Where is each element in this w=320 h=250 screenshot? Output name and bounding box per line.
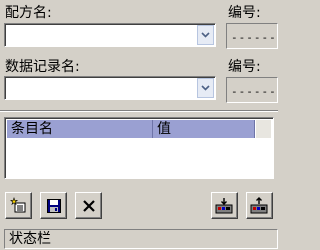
recipe-number-value: ------ <box>231 31 277 44</box>
new-record-icon <box>9 196 25 212</box>
separator <box>0 110 278 112</box>
chevron-down-icon <box>201 32 210 38</box>
column-header-value[interactable]: 值 <box>153 120 255 138</box>
save-button[interactable] <box>40 192 67 219</box>
export-icon <box>250 196 267 213</box>
recipe-dropdown-button[interactable] <box>197 25 214 45</box>
column-header-item-name[interactable]: 条目名 <box>7 120 153 138</box>
status-bar-text: 状态栏 <box>9 231 51 247</box>
record-number-label: 编号: <box>228 59 261 75</box>
record-dropdown-button[interactable] <box>197 78 214 98</box>
new-record-button[interactable] <box>5 192 32 219</box>
entries-list[interactable]: 条目名 值 <box>4 117 274 179</box>
entries-list-header: 条目名 值 <box>7 120 271 138</box>
import-icon <box>215 197 232 213</box>
save-icon <box>46 198 61 213</box>
import-button[interactable] <box>211 192 238 219</box>
close-icon <box>82 199 95 212</box>
chevron-down-icon <box>201 85 210 91</box>
recipe-number-field: ------ <box>226 23 278 49</box>
column-header-filler <box>255 120 271 138</box>
status-bar: 状态栏 <box>4 229 278 249</box>
export-button[interactable] <box>246 192 273 219</box>
record-number-value: ------ <box>231 85 277 98</box>
recipe-name-combobox[interactable] <box>4 23 216 47</box>
record-name-label: 数据记录名: <box>5 59 80 75</box>
record-number-field: ------ <box>226 77 278 103</box>
recipe-name-label: 配方名: <box>5 5 52 21</box>
record-name-combobox[interactable] <box>4 76 216 100</box>
delete-button[interactable] <box>75 192 102 219</box>
recipe-number-label: 编号: <box>228 5 261 21</box>
